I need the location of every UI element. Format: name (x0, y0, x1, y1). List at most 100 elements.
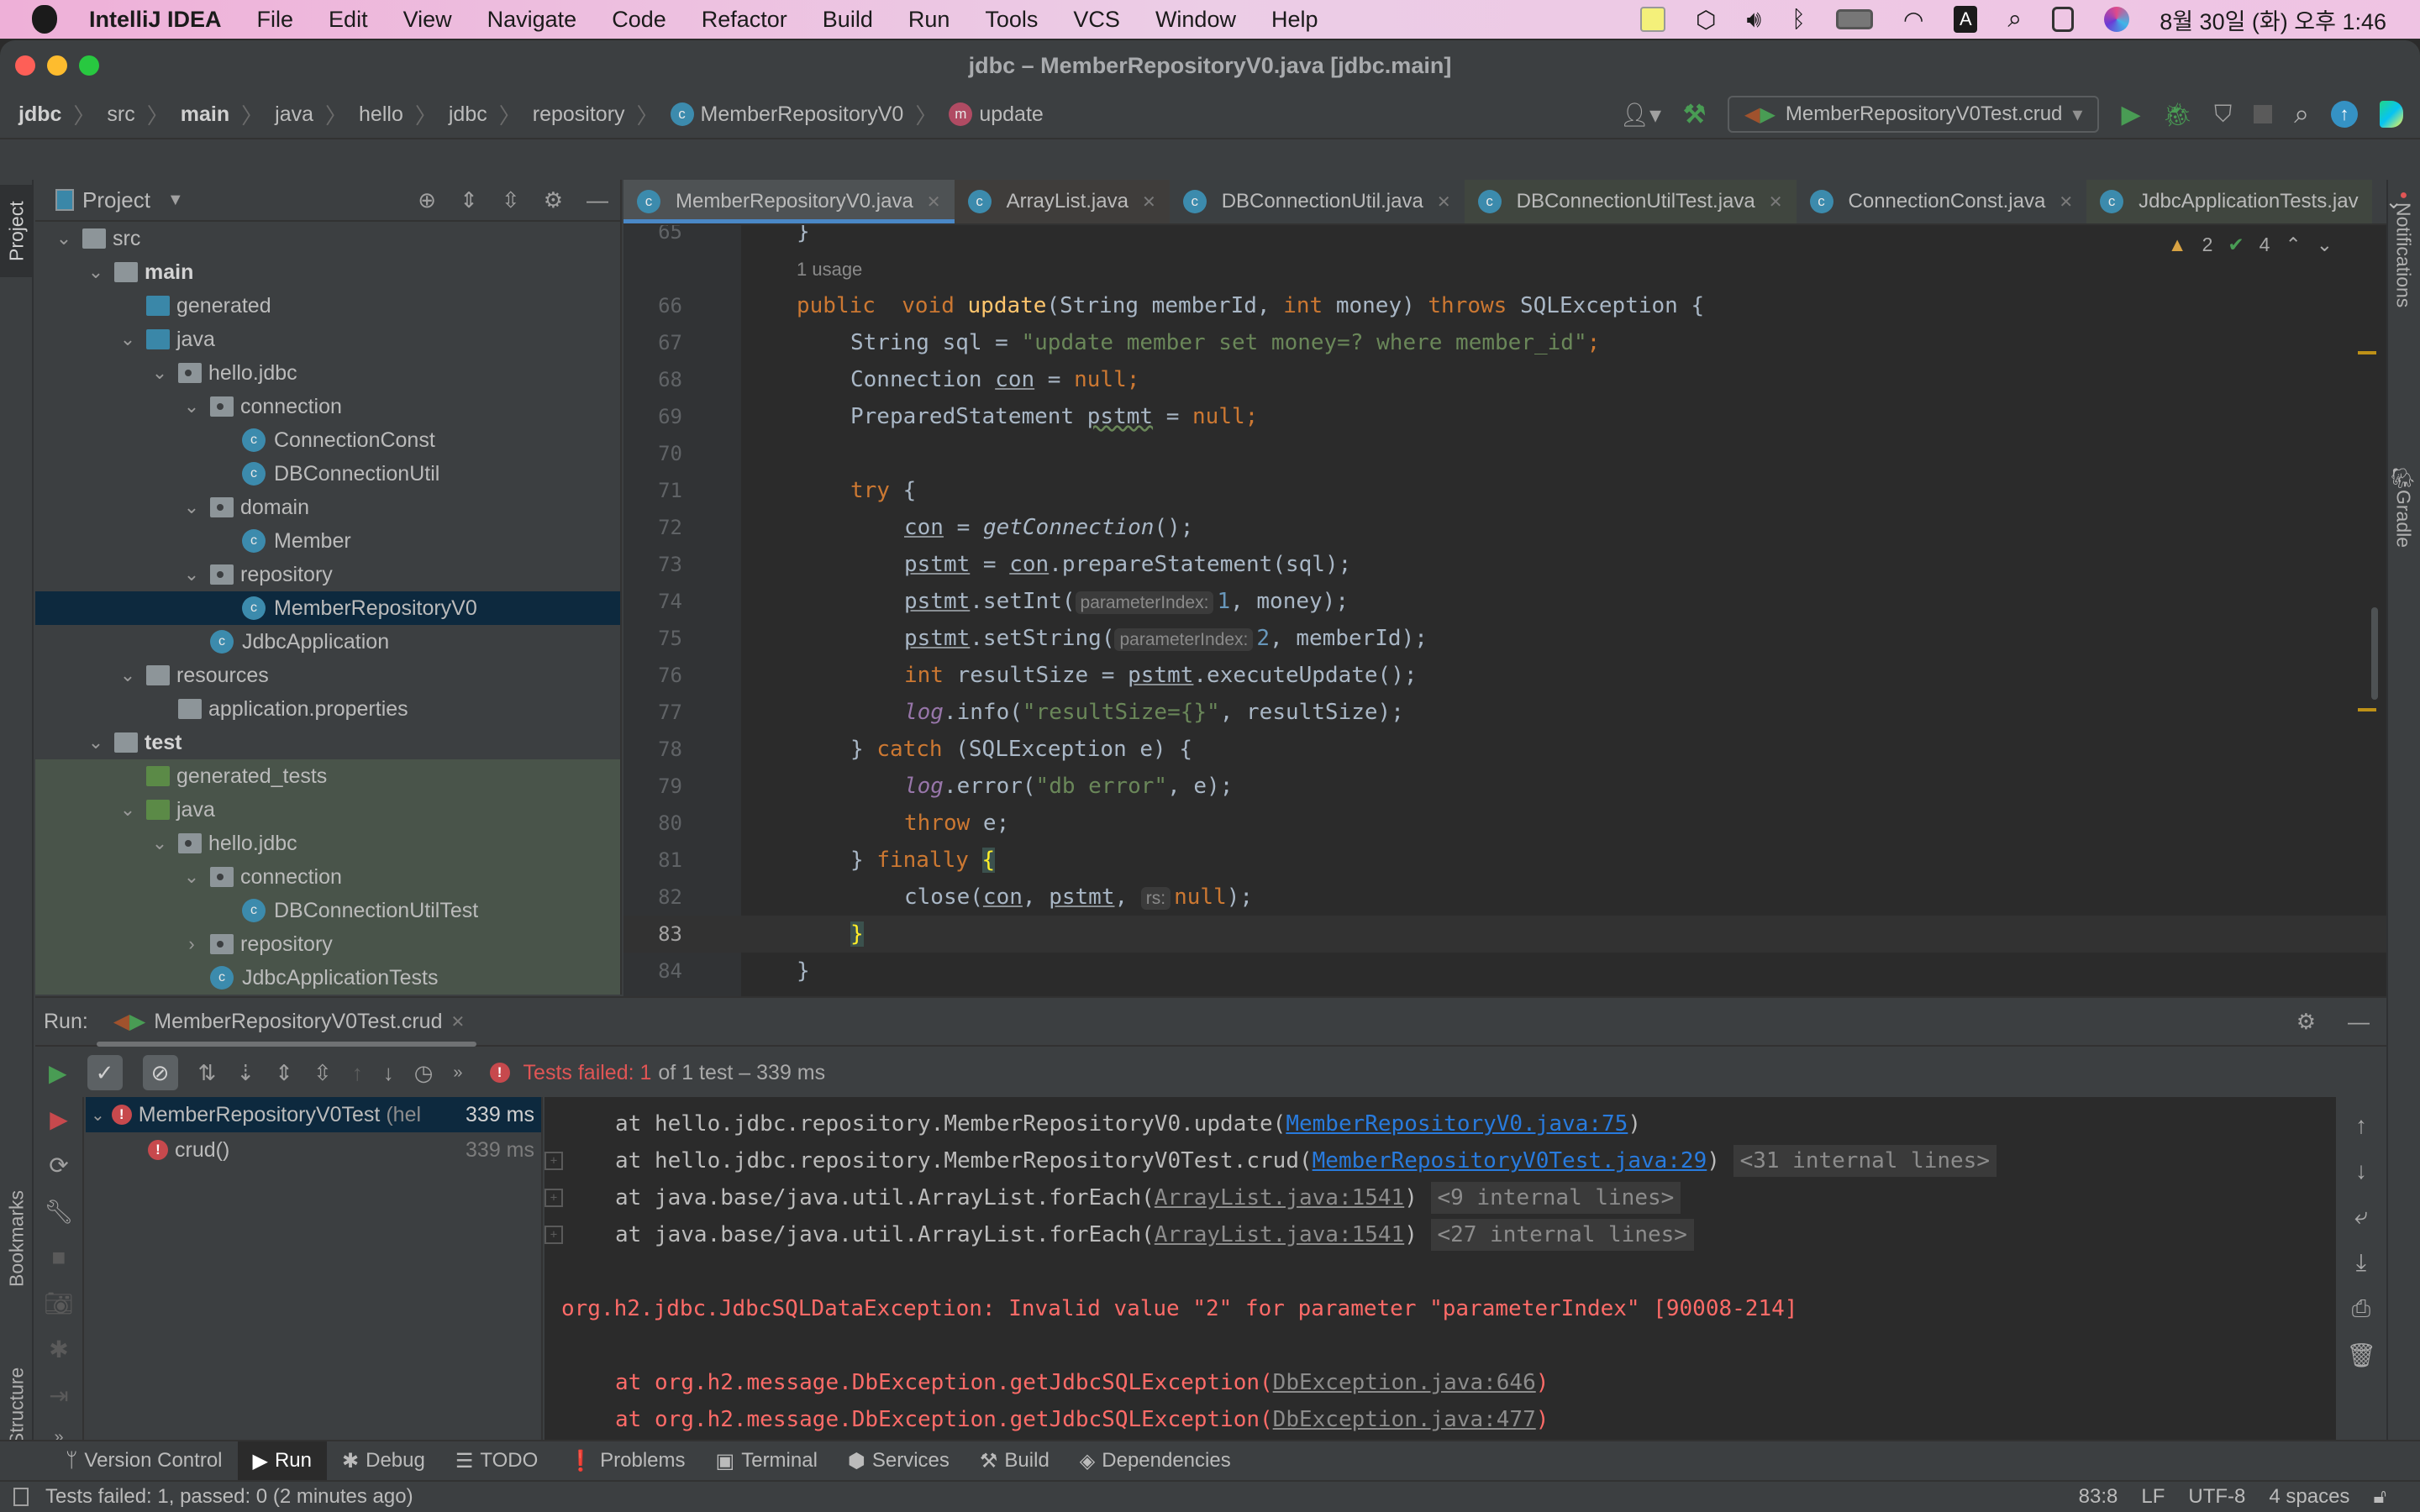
import-icon[interactable]: ⇥ (49, 1382, 68, 1410)
line-number[interactable]: 74 (632, 590, 682, 613)
test-suite-row[interactable]: ⌄ ! MemberRepositoryV0Test (hel 339 ms (86, 1097, 541, 1132)
hide-panel-icon[interactable]: — (2348, 1009, 2370, 1035)
tool-run[interactable]: ▶ Run (237, 1441, 327, 1480)
rerun-icon[interactable]: ▶ (49, 1059, 67, 1087)
breadcrumb-hello[interactable]: hello 〉 (359, 99, 449, 130)
line-number[interactable]: 73 (632, 553, 682, 576)
collapse-all-icon[interactable]: ⇳ (313, 1060, 332, 1086)
close-tab-icon[interactable]: ✕ (1142, 192, 1156, 213)
close-tab-icon[interactable]: ✕ (927, 192, 941, 213)
tab-list-dropdown[interactable]: ⌄ (2372, 180, 2416, 223)
tree-item[interactable]: ⌄ repository (35, 558, 620, 591)
menu-view[interactable]: View (403, 7, 452, 33)
code-line[interactable]: 78} catch (SQLException e) { (623, 731, 2386, 768)
code-line[interactable]: 73 pstmt = con.prepareStatement(sql); (623, 546, 2386, 583)
source-link[interactable]: MemberRepositoryV0Test.java:29 (1313, 1148, 1707, 1173)
menu-edit[interactable]: Edit (329, 7, 368, 33)
menu-build[interactable]: Build (823, 7, 873, 33)
menu-vcs[interactable]: VCS (1073, 7, 1120, 33)
tab-jdbcapplicationtests[interactable]: c JdbcApplicationTests.jav (2086, 180, 2372, 223)
input-source-icon[interactable]: A (1954, 6, 1978, 33)
stop-icon[interactable]: ■ (52, 1244, 66, 1271)
menu-help[interactable]: Help (1271, 7, 1318, 33)
volume-icon[interactable]: 🔊︎ (1747, 6, 1762, 34)
expand-fold-icon[interactable]: + (544, 1226, 563, 1244)
chevron-down-icon[interactable]: ⌄ (86, 261, 106, 283)
line-number[interactable]: 67 (632, 331, 682, 354)
source-link[interactable]: DbException.java:646 (1273, 1370, 1536, 1395)
toggle-auto-test-icon[interactable]: ⟳ (49, 1152, 68, 1179)
error-stripe-mark[interactable] (2358, 351, 2376, 354)
code-line[interactable]: 74 pstmt.setInt(parameterIndex: 1, money); (623, 583, 2386, 620)
gear-icon[interactable]: ⚙ (2296, 1009, 2316, 1035)
line-number[interactable]: 83 (632, 922, 682, 946)
build-hammer-icon[interactable]: ⚒︎ (1683, 100, 1706, 129)
tree-item[interactable]: c ConnectionConst (35, 423, 620, 457)
tool-terminal[interactable]: ▣ Terminal (701, 1441, 833, 1480)
chevron-down-icon[interactable]: ▼ (167, 191, 184, 210)
line-number[interactable]: 77 (632, 701, 682, 724)
camera-icon[interactable]: 📷︎ (44, 1289, 74, 1317)
tree-item[interactable]: application.properties (35, 692, 620, 726)
rerun-failed-icon[interactable]: ▶ (50, 1105, 68, 1133)
tree-item[interactable]: ⌄ java (35, 793, 620, 827)
tab-arraylist[interactable]: c ArrayList.java ✕ (954, 180, 1170, 223)
tree-item[interactable]: › repository (35, 927, 620, 961)
siri-icon[interactable] (2104, 7, 2130, 32)
next-failed-icon[interactable]: ↓ (383, 1060, 394, 1086)
breadcrumb-class[interactable]: c MemberRepositoryV0 〉 (670, 99, 950, 130)
code-line[interactable]: 80 throw e; (623, 805, 2386, 842)
run-with-coverage-icon[interactable]: ⛉ (2214, 101, 2232, 129)
stop-icon[interactable] (2254, 105, 2273, 123)
code-line[interactable]: 84} (623, 953, 2386, 990)
line-number[interactable]: 68 (632, 368, 682, 391)
apple-logo-icon[interactable] (32, 5, 57, 34)
tree-item[interactable]: c JdbcApplication (35, 625, 620, 659)
code-line[interactable]: 79 log.error("db error", e); (623, 768, 2386, 805)
close-tab-icon[interactable]: ✕ (1437, 192, 1451, 213)
line-number[interactable]: 82 (632, 885, 682, 909)
code-line[interactable]: 67 String sql = "update member set money=… (623, 324, 2386, 361)
tree-item[interactable]: ⌄ java (35, 323, 620, 356)
line-number[interactable]: 70 (632, 442, 682, 465)
tree-item[interactable]: ⌄ main (35, 255, 620, 289)
menu-app-name[interactable]: IntelliJ IDEA (89, 7, 222, 33)
wrench-icon[interactable]: 🔧︎ (44, 1198, 74, 1226)
breadcrumb-src[interactable]: src 〉 (107, 99, 180, 130)
tab-memberrepositoryv0[interactable]: c MemberRepositoryV0.java ✕ (623, 180, 955, 223)
line-number[interactable]: 75 (632, 627, 682, 650)
tree-item[interactable]: ⌄ connection (35, 860, 620, 894)
editor-scrollbar[interactable] (2371, 607, 2378, 700)
folded-lines[interactable]: <27 internal lines> (1430, 1219, 1694, 1251)
code-line[interactable]: 83} (623, 916, 2386, 953)
tree-item[interactable]: generated (35, 289, 620, 323)
menu-tools[interactable]: Tools (985, 7, 1038, 33)
hide-panel-icon[interactable]: — (587, 187, 608, 213)
tree-item[interactable]: ⌄ src (35, 222, 620, 255)
notifications-tool-tab[interactable]: ● Notifications (2386, 188, 2420, 440)
code-line[interactable]: 82 close(con, pstmt, rs: null); (623, 879, 2386, 916)
export-debug-icon[interactable]: ✱ (49, 1336, 68, 1363)
line-number[interactable]: 78 (632, 738, 682, 761)
tree-item[interactable]: c DBConnectionUtilTest (35, 894, 620, 927)
source-link[interactable]: MemberRepositoryV0.java:75 (1286, 1111, 1628, 1137)
code-line[interactable]: 69 PreparedStatement pstmt = null; (623, 398, 2386, 435)
tool-todo[interactable]: ☰ TODO (440, 1441, 553, 1480)
chevron-right-icon[interactable]: › (182, 933, 202, 955)
tree-item[interactable]: c DBConnectionUtil (35, 457, 620, 491)
select-opened-file-icon[interactable]: ⊕ (418, 187, 436, 213)
toggle-tool-windows-icon[interactable] (13, 1488, 29, 1506)
line-separator[interactable]: LF (2141, 1485, 2165, 1509)
user-account-icon[interactable]: 👤︎▾ (1619, 101, 1661, 129)
chevron-down-icon[interactable]: ⌄ (118, 799, 138, 821)
close-tab-icon[interactable]: ✕ (2059, 192, 2073, 213)
tool-version-control[interactable]: ᛘ Version Control (50, 1441, 238, 1480)
chevron-down-icon[interactable]: ⌄ (150, 362, 170, 384)
code-line[interactable]: 65} (623, 225, 2386, 250)
line-number[interactable]: 84 (632, 959, 682, 983)
close-tab-icon[interactable]: ✕ (450, 1011, 465, 1032)
chevron-down-icon[interactable]: ⌄ (118, 328, 138, 350)
update-icon[interactable]: ↑ (2331, 101, 2358, 128)
unlock-icon[interactable]: 🔓︎ (2373, 1485, 2386, 1509)
chevron-down-icon[interactable]: ⌄ (182, 496, 202, 518)
